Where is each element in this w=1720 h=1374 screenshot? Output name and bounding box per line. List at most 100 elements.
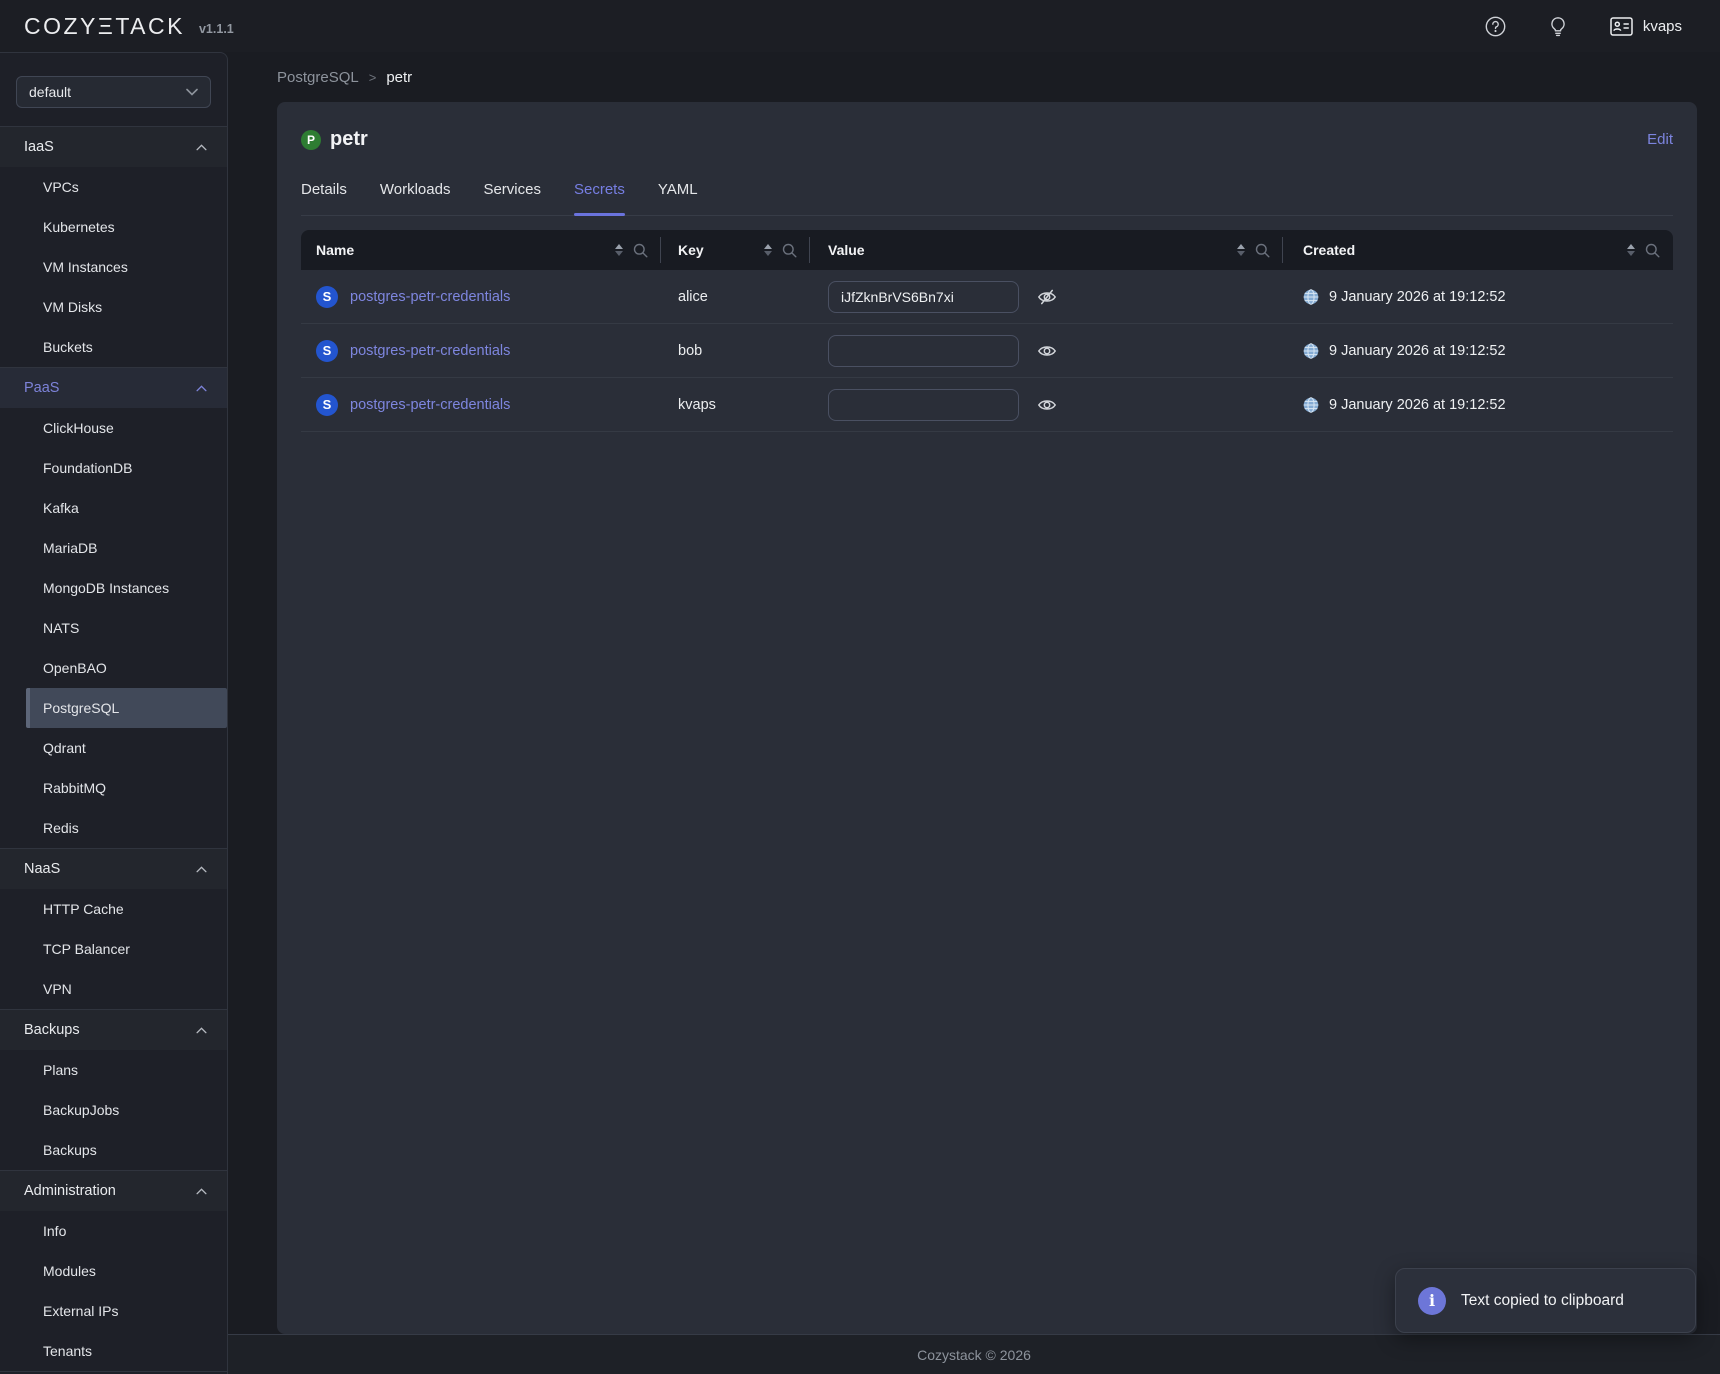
column-header-value: Value [810, 230, 1283, 270]
instance-detail-card: P petr Edit Details Workloads Services S… [277, 102, 1697, 1334]
sidebar-item-vm-disks[interactable]: VM Disks [0, 287, 227, 327]
created-timestamp: 9 January 2026 at 19:12:52 [1329, 289, 1506, 305]
sort-button[interactable] [1236, 243, 1246, 257]
sidebar: default IaaS VPCs Kubernetes VM Instance… [0, 52, 228, 1374]
secret-icon: S [316, 286, 338, 308]
sort-button[interactable] [763, 243, 773, 257]
sidebar-item-plans[interactable]: Plans [0, 1050, 227, 1090]
sidebar-item-foundationdb[interactable]: FoundationDB [0, 448, 227, 488]
sidebar-item-vm-instances[interactable]: VM Instances [0, 247, 227, 287]
sort-icon [614, 243, 624, 257]
tab-details[interactable]: Details [301, 181, 347, 215]
sidebar-item-mariadb[interactable]: MariaDB [0, 528, 227, 568]
toggle-value-visibility-button[interactable] [1037, 341, 1057, 361]
sidebar-item-http-cache[interactable]: HTTP Cache [0, 889, 227, 929]
eye-icon [1037, 395, 1057, 415]
chevron-down-icon [186, 88, 198, 96]
sidebar-item-info[interactable]: Info [0, 1211, 227, 1251]
sort-button[interactable] [614, 243, 624, 257]
column-search-button[interactable] [782, 243, 797, 258]
theme-toggle-button[interactable] [1548, 16, 1568, 37]
sidebar-section-naas[interactable]: NaaS [0, 848, 227, 889]
eye-icon [1037, 341, 1057, 361]
sidebar-item-redis[interactable]: Redis [0, 808, 227, 848]
secret-name-link[interactable]: postgres-petr-credentials [350, 289, 510, 305]
tab-yaml[interactable]: YAML [658, 181, 698, 215]
sidebar-item-clickhouse[interactable]: ClickHouse [0, 408, 227, 448]
eye-off-icon [1037, 287, 1057, 307]
sidebar-item-postgresql[interactable]: PostgreSQL [26, 688, 227, 728]
help-button[interactable] [1485, 16, 1506, 37]
sidebar-item-backupjobs[interactable]: BackupJobs [0, 1090, 227, 1130]
tab-bar: Details Workloads Services Secrets YAML [301, 181, 1673, 216]
sidebar-item-vpn[interactable]: VPN [0, 969, 227, 1009]
chevron-up-icon [196, 866, 207, 873]
secret-value-input[interactable] [828, 389, 1019, 421]
secret-name-link[interactable]: postgres-petr-credentials [350, 397, 510, 413]
sidebar-section-backups[interactable]: Backups [0, 1009, 227, 1050]
sort-button[interactable] [1626, 243, 1636, 257]
breadcrumb-separator: > [369, 70, 377, 85]
sidebar-section: PaaS ClickHouse FoundationDB Kafka Maria… [0, 367, 227, 848]
sidebar-section: Backups Plans BackupJobs Backups [0, 1009, 227, 1170]
tab-services[interactable]: Services [483, 181, 541, 215]
help-icon [1485, 16, 1506, 37]
card-header: P petr Edit [301, 128, 1673, 151]
edit-button[interactable]: Edit [1647, 131, 1673, 148]
sidebar-item-backups[interactable]: Backups [0, 1130, 227, 1170]
sidebar-item-mongodb-instances[interactable]: MongoDB Instances [0, 568, 227, 608]
sidebar-section: IaaS VPCs Kubernetes VM Instances VM Dis… [0, 126, 227, 367]
search-icon [633, 243, 648, 258]
sidebar-section: Administration Info Modules External IPs… [0, 1170, 227, 1371]
secret-value-input[interactable] [828, 335, 1019, 367]
footer: Cozystack © 2026 [228, 1334, 1720, 1374]
sidebar-item-vpcs[interactable]: VPCs [0, 167, 227, 207]
sidebar-section-paas[interactable]: PaaS [0, 367, 227, 408]
breadcrumb-current: petr [386, 69, 412, 86]
column-search-button[interactable] [1255, 243, 1270, 258]
search-icon [782, 243, 797, 258]
table-row: S postgres-petr-credentials bob [301, 324, 1673, 378]
sidebar-item-buckets[interactable]: Buckets [0, 327, 227, 367]
sidebar-item-tcp-balancer[interactable]: TCP Balancer [0, 929, 227, 969]
sidebar-section-iaas[interactable]: IaaS [0, 126, 227, 167]
app-version: v1.1.1 [199, 22, 234, 36]
sidebar-item-kubernetes[interactable]: Kubernetes [0, 207, 227, 247]
sort-icon [763, 243, 773, 257]
column-search-button[interactable] [1645, 243, 1660, 258]
toast-message: Text copied to clipboard [1461, 1292, 1624, 1310]
toggle-value-visibility-button[interactable] [1037, 395, 1057, 415]
created-timestamp: 9 January 2026 at 19:12:52 [1329, 343, 1506, 359]
breadcrumb: PostgreSQL > petr [277, 52, 1697, 102]
breadcrumb-parent-link[interactable]: PostgreSQL [277, 69, 359, 86]
table-header-row: Name Key [301, 230, 1673, 270]
search-icon [1645, 243, 1660, 258]
column-header-name: Name [301, 230, 661, 270]
chevron-up-icon [196, 385, 207, 392]
sidebar-item-openbao[interactable]: OpenBAO [0, 648, 227, 688]
sidebar-item-qdrant[interactable]: Qdrant [0, 728, 227, 768]
toggle-value-visibility-button[interactable] [1037, 287, 1057, 307]
sidebar-item-external-ips[interactable]: External IPs [0, 1291, 227, 1331]
sidebar-item-rabbitmq[interactable]: RabbitMQ [0, 768, 227, 808]
sidebar-section-administration[interactable]: Administration [0, 1170, 227, 1211]
page-title: petr [330, 128, 368, 151]
tab-secrets[interactable]: Secrets [574, 181, 625, 215]
secret-name-link[interactable]: postgres-petr-credentials [350, 343, 510, 359]
sort-icon [1626, 243, 1636, 257]
secret-value-input[interactable] [828, 281, 1019, 313]
chevron-up-icon [196, 144, 207, 151]
secret-icon: S [316, 340, 338, 362]
column-search-button[interactable] [633, 243, 648, 258]
sidebar-item-kafka[interactable]: Kafka [0, 488, 227, 528]
topbar-actions: kvaps [1485, 16, 1682, 37]
sidebar-item-nats[interactable]: NATS [0, 608, 227, 648]
sidebar-nav: IaaS VPCs Kubernetes VM Instances VM Dis… [0, 126, 227, 1372]
sidebar-item-modules[interactable]: Modules [0, 1251, 227, 1291]
lightbulb-icon [1548, 16, 1568, 37]
chevron-up-icon [196, 1188, 207, 1195]
user-menu[interactable]: kvaps [1610, 17, 1682, 36]
sidebar-item-tenants[interactable]: Tenants [0, 1331, 227, 1371]
tenant-select[interactable]: default [16, 76, 211, 108]
tab-workloads[interactable]: Workloads [380, 181, 451, 215]
